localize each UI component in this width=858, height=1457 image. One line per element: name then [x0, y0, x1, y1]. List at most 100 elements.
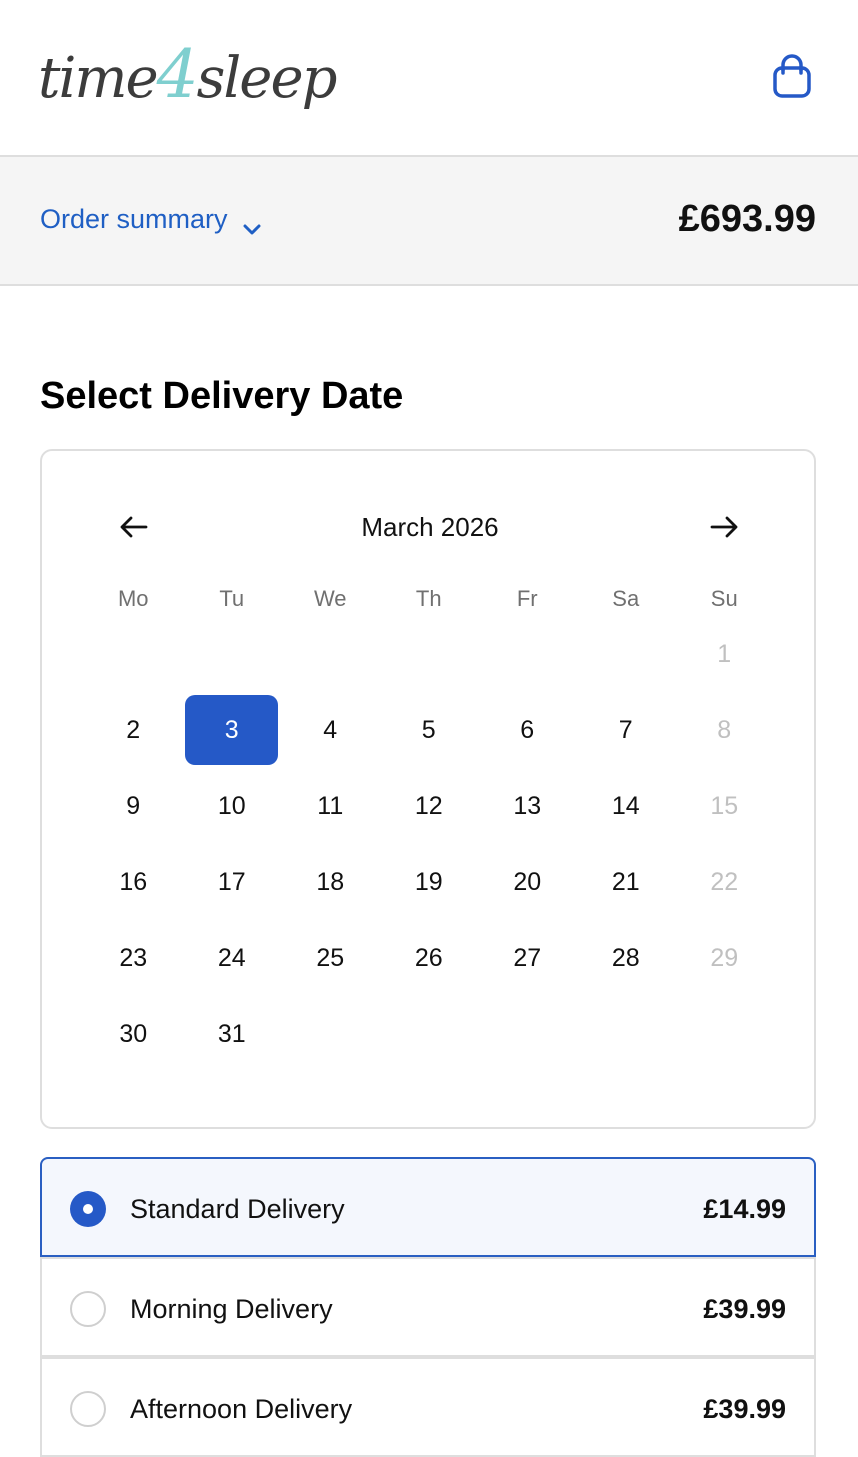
calendar-day-disabled: 8 [675, 695, 774, 771]
calendar-day-disabled: 29 [675, 923, 774, 999]
calendar-empty-cell [577, 999, 676, 1075]
calendar-empty-cell [577, 619, 676, 695]
calendar-day-number: 16 [119, 868, 148, 896]
order-summary-label: Order summary [40, 203, 228, 234]
calendar-day[interactable]: 6 [478, 695, 577, 771]
calendar-day[interactable]: 17 [183, 847, 282, 923]
calendar-day-number: 12 [414, 792, 443, 820]
calendar-day-selected[interactable]: 3 [183, 695, 282, 771]
calendar-day-number: 2 [126, 716, 141, 744]
calendar-day-number: 7 [618, 716, 633, 744]
delivery-option-standard[interactable]: Standard Delivery £14.99 [40, 1157, 816, 1257]
shopping-bag-icon[interactable] [770, 54, 814, 100]
calendar-empty-cell [675, 999, 774, 1075]
calendar-day-number: 5 [421, 716, 436, 744]
calendar-day-number: 26 [414, 944, 443, 972]
calendar-day-disabled: 22 [675, 847, 774, 923]
calendar-day[interactable]: 13 [478, 771, 577, 847]
calendar-day-number: 18 [316, 868, 345, 896]
page-title: Select Delivery Date [40, 375, 404, 417]
calendar-day-number: 19 [414, 868, 443, 896]
calendar-day[interactable]: 11 [281, 771, 380, 847]
delivery-option-price: £39.99 [703, 1294, 786, 1324]
calendar-day[interactable]: 5 [380, 695, 479, 771]
calendar-empty-cell [478, 619, 577, 695]
delivery-option-morning[interactable]: Morning Delivery £39.99 [40, 1257, 816, 1357]
calendar-day[interactable]: 7 [577, 695, 676, 771]
radio-unselected[interactable] [70, 1291, 106, 1327]
delivery-calendar: March 2026 Mo Tu We Th Fr Sa Su 1 2 3 4 5 6 7 8 9 10 11 1… [40, 449, 816, 1129]
calendar-day[interactable]: 19 [380, 847, 479, 923]
calendar-day[interactable]: 9 [84, 771, 183, 847]
calendar-day-number: 28 [611, 944, 640, 972]
calendar-day[interactable]: 23 [84, 923, 183, 999]
order-summary-toggle[interactable]: Order summary [40, 197, 262, 241]
delivery-option-label: Afternoon Delivery [130, 1394, 353, 1424]
logo-text-time: time [38, 46, 159, 111]
weekday-label: Mo [117, 586, 149, 611]
calendar-day[interactable]: 31 [183, 999, 282, 1075]
weekday-label: Th [415, 586, 442, 611]
calendar-week-row: 2 3 4 5 6 7 8 [84, 695, 774, 771]
arrow-right-icon[interactable] [706, 509, 742, 545]
calendar-week-row: 1 [84, 619, 774, 695]
calendar-day-number: 25 [316, 944, 345, 972]
delivery-option-afternoon[interactable]: Afternoon Delivery £39.99 [40, 1357, 816, 1457]
radio-selected[interactable] [70, 1191, 106, 1227]
calendar-day[interactable]: 10 [183, 771, 282, 847]
calendar-day[interactable]: 30 [84, 999, 183, 1075]
weekday-label: We [313, 586, 347, 611]
calendar-empty-cell [84, 619, 183, 695]
calendar-day-number: 6 [520, 716, 535, 744]
calendar-day-number: 20 [513, 868, 542, 896]
weekday-header-row: Mo Tu We Th Fr Sa Su [84, 579, 774, 619]
calendar-week-row: 30 31 [84, 999, 774, 1075]
weekday-label: Sa [612, 586, 640, 611]
calendar-empty-cell [183, 619, 282, 695]
calendar-day[interactable]: 21 [577, 847, 676, 923]
calendar-day[interactable]: 12 [380, 771, 479, 847]
weekday-label: Tu [219, 586, 245, 611]
calendar-week-row: 16 17 18 19 20 21 22 [84, 847, 774, 923]
calendar-grid: Mo Tu We Th Fr Sa Su 1 2 3 4 5 6 7 8 9 10 11 12 13 14 15 16 17… [84, 579, 774, 1075]
calendar-day-number: 30 [119, 1020, 148, 1048]
calendar-day[interactable]: 24 [183, 923, 282, 999]
weekday-label: Su [710, 586, 738, 611]
calendar-day[interactable]: 14 [577, 771, 676, 847]
order-summary-bar: Order summary £693.99 [0, 157, 858, 286]
radio-unselected[interactable] [70, 1391, 106, 1427]
calendar-day-number: 15 [710, 792, 739, 820]
delivery-option-label: Standard Delivery [130, 1194, 345, 1224]
calendar-empty-cell [281, 619, 380, 695]
calendar-day-number: 1 [717, 640, 732, 668]
calendar-empty-cell [281, 999, 380, 1075]
calendar-day-number: 13 [513, 792, 542, 820]
calendar-day-disabled: 15 [675, 771, 774, 847]
calendar-day-number: 31 [217, 1020, 246, 1048]
chevron-down-icon [242, 212, 262, 235]
calendar-day[interactable]: 27 [478, 923, 577, 999]
delivery-option-label: Morning Delivery [130, 1294, 333, 1324]
calendar-day[interactable]: 2 [84, 695, 183, 771]
calendar-day[interactable]: 18 [281, 847, 380, 923]
calendar-day-number: 21 [611, 868, 640, 896]
calendar-day-number: 4 [323, 716, 338, 744]
calendar-week-row: 9 10 11 12 13 14 15 [84, 771, 774, 847]
calendar-day[interactable]: 20 [478, 847, 577, 923]
calendar-day-number: 3 [185, 695, 279, 765]
site-header: time4sleep [0, 0, 858, 157]
calendar-day[interactable]: 28 [577, 923, 676, 999]
weekday-label: Fr [516, 586, 538, 611]
calendar-day-number: 8 [717, 716, 732, 744]
calendar-day-number: 10 [217, 792, 246, 820]
calendar-day[interactable]: 16 [84, 847, 183, 923]
calendar-day[interactable]: 4 [281, 695, 380, 771]
calendar-day-disabled: 1 [675, 619, 774, 695]
calendar-day-number: 23 [119, 944, 148, 972]
calendar-day-number: 14 [611, 792, 640, 820]
calendar-day[interactable]: 26 [380, 923, 479, 999]
time4sleep-logo[interactable]: time4sleep [38, 30, 337, 120]
calendar-empty-cell [478, 999, 577, 1075]
calendar-empty-cell [380, 999, 479, 1075]
calendar-day[interactable]: 25 [281, 923, 380, 999]
